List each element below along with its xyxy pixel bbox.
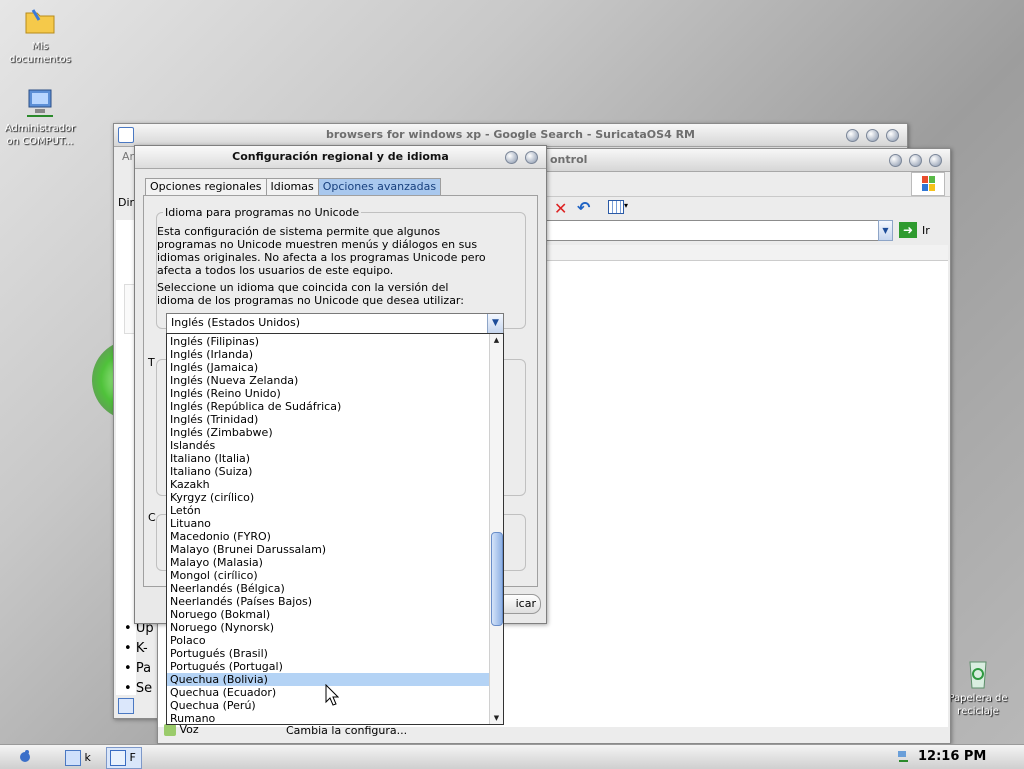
go-arrow-icon[interactable]: ➜	[899, 222, 917, 238]
close-button[interactable]	[929, 154, 942, 167]
group-label-partial: C	[148, 511, 156, 524]
minimize-button[interactable]	[889, 154, 902, 167]
ie-icon	[65, 750, 81, 766]
dropdown-option[interactable]: Islandés	[167, 439, 489, 452]
item-description: Cambia la configura...	[286, 724, 408, 737]
dropdown-option[interactable]: Kyrgyz (cirílico)	[167, 491, 489, 504]
dropdown-option[interactable]: Italiano (Suiza)	[167, 465, 489, 478]
group-label-partial: T	[148, 356, 155, 369]
list-item[interactable]: • Se	[124, 679, 154, 699]
desktop-icon-administrador[interactable]: Administrador on COMPUT...	[0, 86, 80, 148]
minimize-button[interactable]	[846, 129, 859, 142]
dropdown-option[interactable]: Neerlandés (Bélgica)	[167, 582, 489, 595]
dropdown-option[interactable]: Letón	[167, 504, 489, 517]
dropdown-option[interactable]: Inglés (Jamaica)	[167, 361, 489, 374]
maximize-button[interactable]	[866, 129, 879, 142]
dropdown-option[interactable]: Macedonio (FYRO)	[167, 530, 489, 543]
taskbar-item-browser[interactable]: k	[64, 747, 96, 769]
undo-icon[interactable]: ↶	[577, 198, 590, 217]
dropdown-option[interactable]: Inglés (Irlanda)	[167, 348, 489, 361]
scroll-up-arrow-icon[interactable]: ▲	[490, 335, 503, 345]
browser-bullet-list: • Up • K- • Pa • Se	[124, 619, 154, 699]
taskbar: k F 12:16 PM	[0, 744, 1024, 769]
dropdown-option[interactable]: Rumano	[167, 712, 489, 724]
desktop-icon-label: Mis documentos	[9, 41, 71, 65]
list-item[interactable]: • Pa	[124, 659, 154, 679]
dropdown-option[interactable]: Inglés (República de Sudáfrica)	[167, 400, 489, 413]
dropdown-option[interactable]: Portugués (Portugal)	[167, 660, 489, 673]
dialog-titlebar[interactable]: Configuración regional y de idioma	[135, 146, 546, 169]
folder-icon	[23, 4, 57, 38]
dropdown-option[interactable]: Lituano	[167, 517, 489, 530]
close-button[interactable]	[525, 151, 538, 164]
desktop-icon-label: Papelera de reciclaje	[948, 693, 1008, 717]
start-menu-icon[interactable]	[18, 749, 32, 763]
dropdown-scrollbar[interactable]: ▲ ▼	[489, 334, 503, 724]
go-button-label[interactable]: Ir	[922, 224, 930, 237]
ie-page-icon	[118, 698, 134, 714]
group-label: Idioma para programas no Unicode	[163, 206, 362, 219]
browser-menu-partial[interactable]: Ar	[122, 150, 134, 163]
views-icon[interactable]	[608, 200, 624, 214]
dropdown-option[interactable]: Polaco	[167, 634, 489, 647]
network-computer-icon	[23, 86, 57, 120]
tab-idiomas[interactable]: Idiomas	[265, 178, 319, 195]
dropdown-option[interactable]: Noruego (Nynorsk)	[167, 621, 489, 634]
clock[interactable]: 12:16 PM	[918, 749, 986, 764]
mouse-cursor-icon	[325, 683, 340, 709]
maximize-button[interactable]	[909, 154, 922, 167]
windows-logo-icon	[911, 172, 945, 196]
network-tray-icon[interactable]	[896, 749, 910, 763]
chevron-down-icon[interactable]: ▼	[487, 314, 503, 333]
dialog-app-icon	[110, 750, 126, 766]
dropdown-option[interactable]: Noruego (Bokmal)	[167, 608, 489, 621]
description-text: Esta configuración de sistema permite qu…	[157, 225, 486, 277]
dropdown-option[interactable]: Inglés (Trinidad)	[167, 413, 489, 426]
scroll-down-arrow-icon[interactable]: ▼	[490, 713, 503, 723]
dropdown-option[interactable]: Malayo (Malasia)	[167, 556, 489, 569]
control-panel-title: ontrol	[550, 153, 588, 166]
dropdown-option[interactable]: Inglés (Reino Unido)	[167, 387, 489, 400]
taskbar-item-label: F	[129, 751, 136, 764]
instruction-text: Seleccione un idioma que coincida con la…	[157, 281, 464, 307]
select-value: Inglés (Estados Unidos)	[171, 316, 301, 329]
dialog-title: Configuración regional y de idioma	[232, 150, 449, 163]
browser-titlebar[interactable]: browsers for windows xp - Google Search …	[114, 124, 907, 147]
desktop-icon-label: Administrador on COMPUT...	[4, 123, 76, 147]
help-button[interactable]	[505, 151, 518, 164]
chevron-down-icon[interactable]: ▾	[624, 201, 628, 210]
dropdown-option[interactable]: Inglés (Zimbabwe)	[167, 426, 489, 439]
dropdown-option[interactable]: Portugués (Brasil)	[167, 647, 489, 660]
dropdown-option[interactable]: Inglés (Nueva Zelanda)	[167, 374, 489, 387]
tab-opciones-avanzadas[interactable]: Opciones avanzadas	[317, 178, 442, 195]
dropdown-option[interactable]: Malayo (Brunei Darussalam)	[167, 543, 489, 556]
dropdown-option[interactable]: Kazakh	[167, 478, 489, 491]
non-unicode-language-select[interactable]: Inglés (Estados Unidos) ▼	[166, 313, 504, 334]
desktop-icon-mis-documentos[interactable]: Mis documentos	[0, 4, 80, 66]
recycle-bin-icon	[961, 656, 995, 690]
address-dropdown-button[interactable]: ▼	[878, 220, 893, 241]
list-item[interactable]: • K-	[124, 639, 154, 659]
ie-window-icon	[118, 127, 134, 143]
taskbar-item-label: k	[84, 751, 91, 764]
close-button[interactable]	[886, 129, 899, 142]
dropdown-option[interactable]: Mongol (cirílico)	[167, 569, 489, 582]
stop-icon[interactable]: ✕	[554, 199, 567, 218]
voice-icon	[164, 724, 176, 736]
scrollbar-thumb[interactable]	[491, 532, 503, 626]
language-dropdown-list[interactable]: Inglés (Filipinas) Inglés (Irlanda) Inglés…	[166, 333, 504, 725]
taskbar-item-dialog[interactable]: F	[106, 747, 142, 769]
tab-opciones-regionales[interactable]: Opciones regionales	[145, 178, 267, 195]
dropdown-option[interactable]: Inglés (Filipinas)	[167, 335, 489, 348]
dropdown-option[interactable]: Neerlandés (Países Bajos)	[167, 595, 489, 608]
dialog-tabs: Opciones regionales Idiomas Opciones ava…	[145, 178, 442, 195]
dropdown-option[interactable]: Italiano (Italia)	[167, 452, 489, 465]
browser-title: browsers for windows xp - Google Search …	[326, 128, 695, 141]
